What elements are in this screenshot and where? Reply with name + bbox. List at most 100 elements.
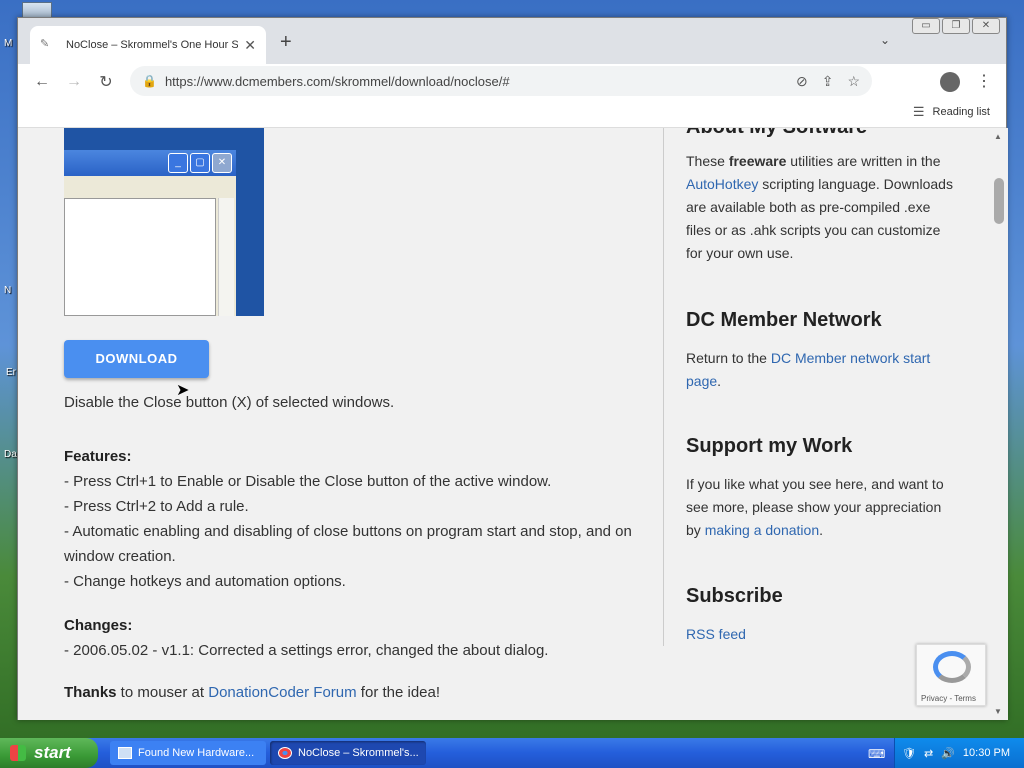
tab-noclose[interactable]: ✎ NoClose – Skrommel's One Hour So ✕ <box>30 26 266 64</box>
scroll-up-icon[interactable]: ▲ <box>994 132 1002 141</box>
security-shield-icon[interactable]: 🛡 <box>902 747 916 760</box>
disabled-close-icon: ✕ <box>212 153 232 173</box>
autohotkey-link[interactable]: AutoHotkey <box>686 176 758 192</box>
bookmark-star-icon[interactable]: ☆ <box>847 73 860 90</box>
tab-strip: ✎ NoClose – Skrommel's One Hour So ✕ + ⌄… <box>18 18 1006 64</box>
subscribe-heading: Subscribe <box>686 585 783 607</box>
menu-kebab-icon[interactable]: ⋮ <box>976 71 992 91</box>
address-bar[interactable]: 🔒 https://www.dcmembers.com/skrommel/dow… <box>130 66 872 96</box>
taskbar-item-noclose[interactable]: NoClose – Skrommel's... <box>270 741 426 765</box>
sidebar-subscribe: Subscribe RSS feed <box>686 583 954 646</box>
start-button[interactable]: start <box>0 738 98 768</box>
forward-icon[interactable]: → <box>58 73 90 91</box>
reload-icon[interactable]: ↻ <box>90 72 122 92</box>
freeware-bold: freeware <box>728 153 787 169</box>
windows-flag-icon <box>10 745 26 761</box>
about-text-part: utilities are written in the <box>786 153 941 169</box>
back-icon[interactable]: ← <box>26 73 58 91</box>
window-controls: ▭ ❐ ✕ <box>912 18 1000 34</box>
thanks-text: Thanks to mouser at DonationCoder Forum … <box>64 680 644 705</box>
desktop-icon-label[interactable]: Da <box>4 449 17 460</box>
support-text-part: . <box>819 522 823 538</box>
taskbar: start Found New Hardware... NoClose – Sk… <box>0 738 1024 768</box>
sidebar-network: DC Member Network Return to the DC Membe… <box>686 307 954 393</box>
volume-icon[interactable]: 🔊 <box>941 747 955 760</box>
about-heading: About My Software <box>686 128 954 140</box>
page-content: _ ▢ ✕ DOWNLOAD ➤ Disable the Close butto… <box>18 128 990 720</box>
thanks-bold: Thanks <box>64 684 117 701</box>
feature-item: - Automatic enabling and disabling of cl… <box>64 523 632 565</box>
share-icon[interactable]: ⇪ <box>822 73 834 90</box>
taskbar-item-found-new-hardware[interactable]: Found New Hardware... <box>110 741 266 765</box>
profile-avatar-icon[interactable] <box>940 72 960 92</box>
reading-list-label: Reading list <box>932 106 990 118</box>
description-text: Disable the Close button (X) of selected… <box>64 394 395 411</box>
close-tab-icon[interactable]: ✕ <box>244 37 256 54</box>
donation-link[interactable]: making a donation <box>705 522 819 538</box>
donationcoder-forum-link[interactable]: DonationCoder Forum <box>208 684 356 701</box>
sidebar-support: Support my Work If you like what you see… <box>686 433 954 542</box>
support-heading: Support my Work <box>686 435 853 457</box>
screenshot-pane <box>64 198 216 316</box>
clock: 10:30 PM <box>962 747 1010 759</box>
new-tab-button[interactable]: + <box>280 31 292 54</box>
chrome-icon <box>278 747 292 759</box>
download-button[interactable]: DOWNLOAD <box>64 340 209 378</box>
change-item: - 2006.05.02 - v1.1: Corrected a setting… <box>64 642 549 659</box>
start-label: start <box>34 743 71 762</box>
desktop-icon-label[interactable]: Er <box>6 367 16 378</box>
task-label: Found New Hardware... <box>138 747 255 759</box>
reading-list-icon: ☰ <box>912 104 925 119</box>
browser-window: ✎ NoClose – Skrommel's One Hour So ✕ + ⌄… <box>17 17 1008 720</box>
minimize-icon: _ <box>168 153 188 173</box>
tab-title: NoClose – Skrommel's One Hour So <box>66 39 239 51</box>
recaptcha-terms[interactable]: Privacy - Terms <box>921 694 976 703</box>
hardware-wizard-icon <box>118 747 132 759</box>
reading-list-button[interactable]: ☰ Reading list <box>913 104 990 120</box>
support-text: If you like what you see here, and want … <box>686 473 954 542</box>
app-screenshot-image: _ ▢ ✕ <box>64 128 264 316</box>
rss-feed-link[interactable]: RSS feed <box>686 626 746 642</box>
keyboard-icon[interactable]: ⌨ <box>868 747 885 761</box>
toolbar: ← → ↻ 🔒 https://www.dcmembers.com/skromm… <box>18 64 1006 100</box>
screenshot-menubar <box>64 176 236 196</box>
feather-icon: ✎ <box>40 38 50 50</box>
task-label: NoClose – Skrommel's... <box>298 747 419 759</box>
restore-button[interactable]: ❐ <box>942 18 970 34</box>
lock-icon[interactable]: 🔒 <box>142 74 157 88</box>
changes-section: Changes: - 2006.05.02 - v1.1: Corrected … <box>64 613 644 663</box>
page-scrollbar[interactable]: ▲ ▼ <box>990 128 1008 720</box>
recaptcha-badge[interactable]: Privacy - Terms <box>916 644 986 706</box>
network-text: Return to the DC Member network start pa… <box>686 347 954 393</box>
thanks-post: for the idea! <box>356 684 441 701</box>
recaptcha-logo-icon <box>933 651 971 683</box>
network-icon[interactable]: ⇄ <box>924 747 933 760</box>
feature-item: - Press Ctrl+1 to Enable or Disable the … <box>64 473 552 490</box>
network-text-part: . <box>717 373 722 389</box>
desktop-icon-label[interactable]: N <box>4 285 11 296</box>
features-section: Features: - Press Ctrl+1 to Enable or Di… <box>64 444 644 594</box>
maximize-icon: ▢ <box>190 153 210 173</box>
bookmark-bar: ☰ Reading list <box>18 100 1006 128</box>
desktop-icon-label[interactable]: M <box>4 38 12 49</box>
feature-item: - Change hotkeys and automation options. <box>64 573 346 590</box>
screenshot-client <box>64 196 236 316</box>
features-heading: Features: <box>64 448 132 465</box>
tab-search-icon[interactable]: ⌄ <box>880 33 890 47</box>
changes-heading: Changes: <box>64 617 133 634</box>
screenshot-scrollbar <box>218 198 234 316</box>
about-text: These freeware utilities are written in … <box>686 150 954 265</box>
scrollbar-thumb[interactable] <box>994 178 1004 224</box>
url-text[interactable]: https://www.dcmembers.com/skrommel/downl… <box>165 74 782 89</box>
sidebar-about: About My Software These freeware utiliti… <box>686 128 954 265</box>
screenshot-titlebar <box>64 150 236 176</box>
tracking-blocked-icon[interactable]: ⊘ <box>796 73 808 90</box>
minimize-button[interactable]: ▭ <box>912 18 940 34</box>
thanks-pre: to mouser at <box>116 684 209 701</box>
network-text-part: Return to the <box>686 350 771 366</box>
scroll-down-icon[interactable]: ▼ <box>994 707 1002 716</box>
about-text-part: These <box>686 153 729 169</box>
system-tray: 🛡 ⇄ 🔊 10:30 PM <box>894 738 1024 768</box>
feature-item: - Press Ctrl+2 to Add a rule. <box>64 498 249 515</box>
close-window-button[interactable]: ✕ <box>972 18 1000 34</box>
